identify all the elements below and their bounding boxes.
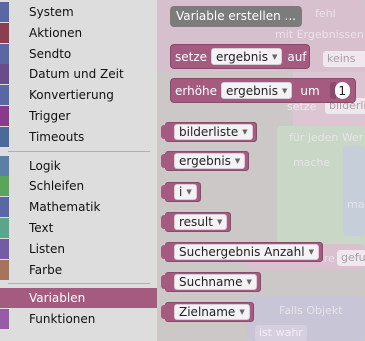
category-label: Listen — [29, 241, 65, 256]
category-konvertierung[interactable]: Konvertierung — [0, 85, 157, 106]
category-text[interactable]: Text — [0, 218, 157, 238]
variable-getter-block[interactable]: i ▼ — [161, 182, 201, 202]
category-farbe[interactable]: Farbe — [0, 259, 157, 280]
variable-dropdown[interactable]: Zielname ▼ — [174, 304, 250, 320]
variable-dropdown[interactable]: Suchergebnis Anzahl ▼ — [174, 244, 319, 260]
category-label: Aktionen — [29, 25, 83, 40]
category-trigger[interactable]: Trigger — [0, 106, 157, 126]
category-system[interactable]: System — [0, 2, 157, 22]
variable-dropdown[interactable]: ergebnis ▼ — [174, 153, 246, 169]
chevron-down-icon: ▼ — [242, 128, 248, 136]
category-color-bar — [0, 197, 9, 218]
category-color-bar — [0, 176, 9, 197]
number-value[interactable]: 1 — [334, 82, 350, 99]
variable-dropdown[interactable]: ergebnis ▼ — [211, 48, 283, 65]
chevron-down-icon: ▼ — [234, 157, 241, 165]
variable-name: bilderliste — [179, 125, 239, 139]
category-separator — [8, 283, 150, 285]
variable-getter-block[interactable]: Suchname ▼ — [161, 272, 261, 292]
create-variable-button[interactable]: Variable erstellen ... — [170, 6, 302, 27]
variable-dropdown[interactable]: i ▼ — [174, 184, 197, 200]
category-sendto[interactable]: Sendto — [0, 43, 157, 64]
category-color-bar — [0, 218, 9, 238]
category-datum-und-zeit[interactable]: Datum und Zeit — [0, 64, 157, 85]
change-variable-block[interactable]: erhöhe ergebnis ▼ um 1 — [170, 78, 356, 103]
category-color-bar — [0, 309, 9, 330]
category-label: Variablen — [29, 291, 86, 306]
category-color-bar — [0, 2, 9, 22]
variable-name: Suchergebnis Anzahl — [179, 245, 305, 259]
variable-dropdown[interactable]: result ▼ — [174, 214, 228, 230]
category-listen[interactable]: Listen — [0, 238, 157, 259]
category-label: Logik — [29, 158, 61, 173]
variable-getter-block[interactable]: result ▼ — [160, 212, 232, 232]
category-label: Funktionen — [29, 312, 96, 327]
category-color-bar — [0, 85, 9, 106]
category-color-bar — [0, 22, 9, 43]
category-label: Mathematik — [29, 200, 101, 215]
category-timeouts[interactable]: Timeouts — [0, 126, 157, 147]
change-block-suffix: um — [300, 83, 320, 98]
variable-name: Suchname — [179, 275, 243, 289]
category-label: Trigger — [29, 109, 71, 123]
category-label: Konvertierung — [29, 88, 114, 103]
chevron-down-icon: ▼ — [281, 86, 288, 95]
category-label: Farbe — [29, 262, 63, 277]
chevron-down-icon: ▼ — [186, 188, 192, 196]
chevron-down-icon: ▼ — [239, 308, 245, 316]
category-color-bar — [0, 43, 9, 64]
category-label: Timeouts — [29, 129, 85, 144]
toolbox: System Aktionen Sendto Datum und Zeit Konver… — [0, 0, 157, 341]
category-logik[interactable]: Logik — [0, 155, 157, 176]
category-color-bar — [0, 64, 9, 85]
variable-name: ergebnis — [226, 83, 278, 98]
set-block-prefix: setze — [175, 49, 208, 64]
variable-name: ergebnis — [179, 154, 231, 168]
chevron-down-icon: ▼ — [271, 52, 278, 61]
category-color-bar — [0, 259, 9, 280]
chevron-down-icon: ▼ — [216, 218, 223, 226]
variable-name: i — [179, 185, 183, 199]
variable-getter-block[interactable]: bilderliste ▼ — [161, 122, 257, 142]
variable-getter-block[interactable]: Suchergebnis Anzahl ▼ — [161, 242, 323, 262]
category-label: System — [29, 5, 74, 19]
category-color-bar — [0, 126, 9, 147]
variable-name: Zielname — [179, 305, 236, 319]
category-mathematik[interactable]: Mathematik — [0, 197, 157, 218]
number-input[interactable]: 1 — [329, 82, 350, 99]
change-block-prefix: erhöhe — [175, 83, 218, 98]
set-block-suffix: auf — [287, 49, 307, 64]
category-label: Text — [29, 221, 54, 235]
variable-dropdown[interactable]: bilderliste ▼ — [174, 124, 253, 140]
category-funktionen[interactable]: Funktionen — [0, 309, 157, 330]
category-variablen[interactable]: Variablen — [0, 288, 157, 309]
category-label: Datum und Zeit — [29, 67, 124, 82]
category-color-bar — [0, 238, 9, 259]
variable-name: result — [179, 215, 213, 229]
chevron-down-icon: ▼ — [246, 278, 252, 286]
category-schleifen[interactable]: Schleifen — [0, 176, 157, 197]
category-color-bar — [0, 288, 9, 309]
category-separator — [8, 150, 150, 152]
variable-dropdown[interactable]: Suchname ▼ — [174, 274, 257, 290]
category-label: Sendto — [29, 46, 72, 61]
variable-getter-block[interactable]: ergebnis ▼ — [160, 151, 250, 171]
set-variable-block[interactable]: setze ergebnis ▼ auf — [170, 44, 310, 69]
variable-dropdown[interactable]: ergebnis ▼ — [221, 82, 293, 99]
variable-getter-block[interactable]: Zielname ▼ — [161, 302, 254, 322]
category-aktionen[interactable]: Aktionen — [0, 22, 157, 43]
category-label: Schleifen — [29, 179, 85, 194]
chevron-down-icon: ▼ — [308, 248, 314, 256]
category-color-bar — [0, 106, 9, 126]
variable-name: ergebnis — [216, 49, 268, 64]
category-color-bar — [0, 155, 9, 176]
